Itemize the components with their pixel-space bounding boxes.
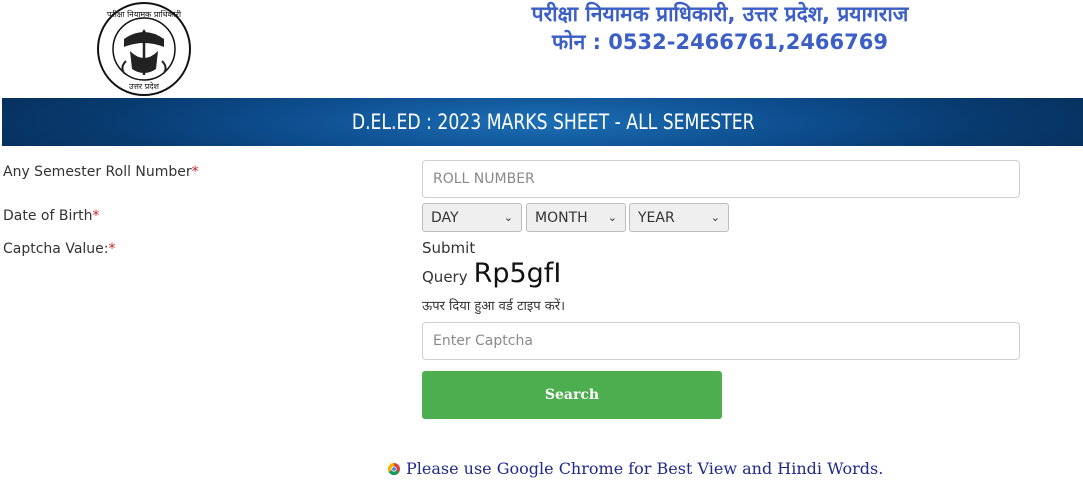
- required-mark: *: [191, 164, 199, 180]
- chevron-down-icon: ⌄: [607, 211, 617, 224]
- up-emblem-logo: परीक्षा नियामक प्राधिकारी उत्तर प्रदेश: [97, 2, 191, 96]
- chevron-down-icon: ⌄: [710, 211, 720, 224]
- required-mark: *: [108, 241, 116, 257]
- roll-number-input[interactable]: [422, 160, 1020, 198]
- year-select[interactable]: YEAR ⌄: [629, 203, 729, 232]
- browser-notice: Please use Google Chrome for Best View a…: [388, 459, 883, 478]
- contact-phone: फोन : 0532-2466761,2466769: [551, 30, 888, 54]
- captcha-box: Query Rp5gfI: [422, 258, 561, 289]
- captcha-hint: ऊपर दिया हुआ वर्ड टाइप करें।: [422, 299, 566, 314]
- query-text: Query: [422, 268, 468, 286]
- search-button[interactable]: Search: [422, 371, 722, 419]
- banner-title: D.EL.ED : 2023 MARKS SHEET - ALL SEMESTE…: [351, 110, 755, 134]
- page-banner: D.EL.ED : 2023 MARKS SHEET - ALL SEMESTE…: [2, 98, 1083, 146]
- day-select-value: DAY: [431, 209, 459, 226]
- dob-label: Date of Birth*: [3, 208, 100, 224]
- month-select[interactable]: MONTH ⌄: [526, 203, 626, 232]
- chrome-icon: [388, 462, 400, 475]
- submit-query-text: Submit: [422, 239, 476, 257]
- authority-title: परीक्षा नियामक प्राधिकारी, उत्तर प्रदेश,…: [531, 2, 909, 26]
- page-header: परीक्षा नियामक प्राधिकारी उत्तर प्रदेश प…: [0, 0, 1083, 98]
- year-select-value: YEAR: [638, 209, 675, 226]
- captcha-value: Rp5gfI: [473, 258, 562, 289]
- day-select[interactable]: DAY ⌄: [422, 203, 522, 232]
- captcha-label: Captcha Value:*: [3, 241, 116, 257]
- chevron-down-icon: ⌄: [503, 211, 513, 224]
- month-select-value: MONTH: [535, 209, 588, 226]
- captcha-input[interactable]: [422, 322, 1020, 360]
- required-mark: *: [92, 208, 100, 224]
- roll-number-label: Any Semester Roll Number*: [3, 164, 199, 180]
- svg-text:उत्तर प्रदेश: उत्तर प्रदेश: [129, 81, 160, 91]
- svg-text:परीक्षा नियामक प्राधिकारी: परीक्षा नियामक प्राधिकारी: [107, 9, 182, 19]
- browser-notice-text: Please use Google Chrome for Best View a…: [406, 459, 884, 478]
